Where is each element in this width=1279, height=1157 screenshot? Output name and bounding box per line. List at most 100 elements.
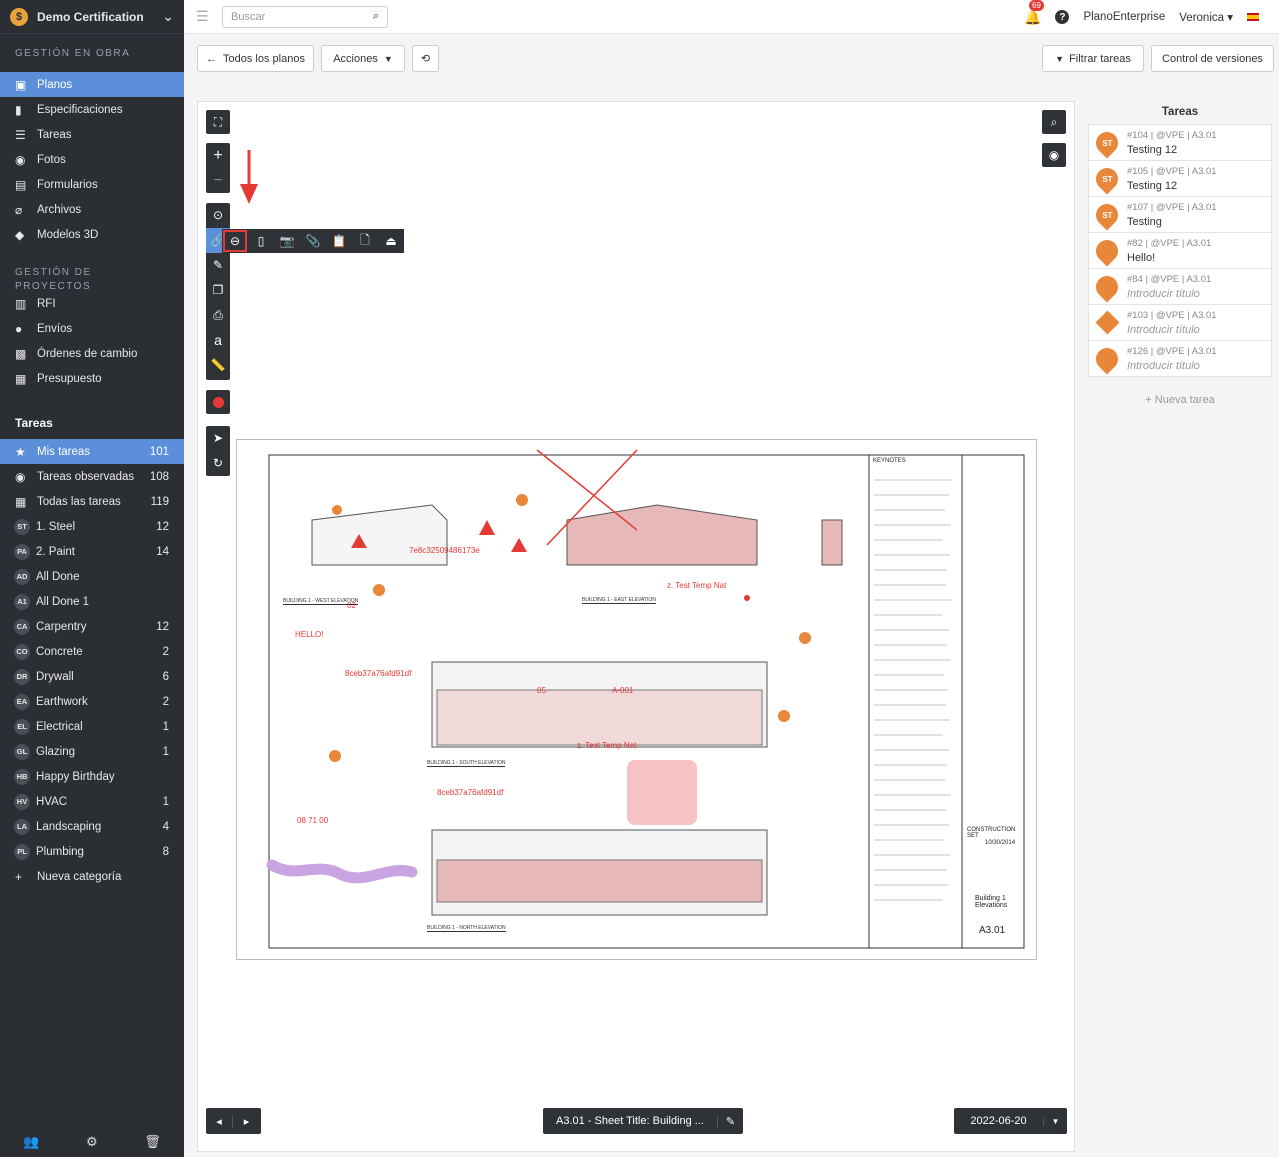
task-card[interactable]: #103 | @VPE | A3.01 Introducir título bbox=[1088, 304, 1272, 341]
link-stamp-icon[interactable]: ⏏ bbox=[378, 229, 404, 253]
task-card[interactable]: #84 | @VPE | A3.01 Introducir título bbox=[1088, 268, 1272, 305]
link-spec-icon[interactable]: ▯ bbox=[248, 229, 274, 253]
zoom-out-icon[interactable]: − bbox=[213, 168, 222, 193]
category-label: Concrete bbox=[36, 645, 83, 658]
task-card[interactable]: ST #105 | @VPE | A3.01 Testing 12 bbox=[1088, 160, 1272, 197]
search-plan-button[interactable]: ⌕ bbox=[1042, 110, 1066, 134]
plan-viewer[interactable]: ⛶ + − ⊙ 🔗 ✎ ❐ ⎙ a 📏 ⊖ ▯ 📷 📎 📋 🗋 ⏏ ➤ ↻ ⌕ … bbox=[197, 101, 1075, 1152]
category-item[interactable]: PA 2. Paint 14 bbox=[0, 539, 184, 564]
category-item[interactable]: DR Drywall 6 bbox=[0, 664, 184, 689]
version-date-selector[interactable]: 2022-06-20 ▼ bbox=[954, 1108, 1067, 1134]
category-item[interactable]: HB Happy Birthday bbox=[0, 764, 184, 789]
zoom-in-icon[interactable]: + bbox=[213, 143, 222, 168]
plan-sheet[interactable]: 7e8c32509486173e z. Test Temp Nat HELLO! 8c… bbox=[236, 439, 1037, 960]
trash-icon[interactable]: 🗑 bbox=[144, 1134, 161, 1150]
link-form-icon[interactable]: 📋 bbox=[326, 229, 352, 253]
rotate-icon[interactable]: ↻ bbox=[213, 451, 223, 476]
sidebar-item-tareas[interactable]: ☰ Tareas bbox=[0, 122, 184, 147]
category-item[interactable]: CA Carpentry 12 bbox=[0, 614, 184, 639]
actions-dropdown[interactable]: Acciones ▼ bbox=[321, 45, 405, 72]
category-item[interactable]: AD All Done bbox=[0, 564, 184, 589]
markup-label[interactable]: HELLO! bbox=[295, 630, 323, 639]
task-card[interactable]: ST #104 | @VPE | A3.01 Testing 12 bbox=[1088, 124, 1272, 161]
section-proyectos: GESTIÓN DE PROYECTOS bbox=[15, 267, 92, 292]
previous-page-icon[interactable]: ◂ bbox=[206, 1114, 233, 1128]
version-control-button[interactable]: Control de versiones bbox=[1151, 45, 1274, 72]
task-card[interactable]: #82 | @VPE | A3.01 Hello! bbox=[1088, 232, 1272, 269]
markup-label[interactable]: 8ceb37a76afd91df bbox=[437, 788, 503, 797]
menu-icon[interactable]: ☰ bbox=[196, 8, 210, 25]
sidebar-item-especificaciones[interactable]: ▮ Especificaciones bbox=[0, 97, 184, 122]
category-item[interactable]: LA Landscaping 4 bbox=[0, 814, 184, 839]
link-document-icon[interactable]: 🗋 bbox=[352, 229, 378, 253]
sidebar-item-fotos[interactable]: ◉ Fotos bbox=[0, 147, 184, 172]
category-item[interactable]: PL Plumbing 8 bbox=[0, 839, 184, 864]
item-count: 119 bbox=[150, 495, 169, 508]
category-item[interactable]: EL Electrical 1 bbox=[0, 714, 184, 739]
link-sheet-icon[interactable]: ⊖ bbox=[222, 229, 248, 253]
user-menu[interactable]: Veronica ▾ bbox=[1179, 10, 1233, 24]
task-card[interactable]: #126 | @VPE | A3.01 Introducir título bbox=[1088, 340, 1272, 377]
markup-label[interactable]: 8ceb37a76afd91df bbox=[345, 669, 411, 678]
category-count: 6 bbox=[162, 670, 169, 683]
titleblock-set-date: 10/30/2014 bbox=[985, 840, 1016, 846]
link-file-icon[interactable]: 📎 bbox=[300, 229, 326, 253]
task-card[interactable]: ST #107 | @VPE | A3.01 Testing bbox=[1088, 196, 1272, 233]
caret-down-icon: ▼ bbox=[1043, 1116, 1067, 1126]
sheet-selector[interactable]: A3.01 - Sheet Title: Building ... ✎ bbox=[543, 1108, 743, 1134]
titleblock-sheet-title: Building 1 Elevations bbox=[975, 895, 1008, 909]
next-page-icon[interactable]: ▸ bbox=[233, 1115, 260, 1128]
language-flag-icon[interactable] bbox=[1247, 13, 1259, 21]
text-tool-icon[interactable]: a bbox=[214, 328, 222, 353]
category-item[interactable]: EA Earthwork 2 bbox=[0, 689, 184, 714]
category-item[interactable]: A1 All Done 1 bbox=[0, 589, 184, 614]
sidebar-item-archivos[interactable]: ⌀ Archivos bbox=[0, 197, 184, 222]
visibility-button[interactable]: ◉ bbox=[1042, 143, 1066, 167]
filter-tasks-button[interactable]: ▼ Filtrar tareas bbox=[1042, 45, 1144, 72]
category-item[interactable]: ST 1. Steel 12 bbox=[0, 514, 184, 539]
markup-label[interactable]: 05 bbox=[537, 686, 546, 695]
markup-label[interactable]: 7e8c32509486173e bbox=[409, 546, 480, 555]
sidebar-item-formularios[interactable]: ▤ Formularios bbox=[0, 172, 184, 197]
record-button[interactable] bbox=[206, 390, 230, 414]
category-item[interactable]: GL Glazing 1 bbox=[0, 739, 184, 764]
category-count: 1 bbox=[162, 745, 169, 758]
markup-label[interactable]: A-001 bbox=[612, 686, 633, 695]
org-name[interactable]: PlanoEnterprise bbox=[1083, 11, 1165, 23]
new-task-button[interactable]: + Nueva tarea bbox=[1088, 394, 1272, 406]
category-item[interactable]: HV HVAC 1 bbox=[0, 789, 184, 814]
stamp-icon[interactable]: ⎙ bbox=[213, 303, 223, 328]
all-plans-button[interactable]: ← Todos los planos bbox=[197, 45, 314, 72]
project-name: Demo Certification bbox=[37, 9, 144, 24]
pencil-icon[interactable]: ✎ bbox=[213, 253, 223, 278]
copy-icon[interactable]: ❐ bbox=[213, 278, 224, 303]
gear-icon[interactable]: ⚙ bbox=[86, 1134, 98, 1150]
edit-icon[interactable]: ✎ bbox=[717, 1114, 743, 1128]
history-button[interactable]: ⟲ bbox=[412, 45, 439, 72]
sidebar-item-modelos-3d[interactable]: ◆ Modelos 3D bbox=[0, 222, 184, 247]
markup-label[interactable]: 08 71 00 bbox=[297, 816, 328, 825]
sidebar-item-presupuesto[interactable]: ▦ Presupuesto bbox=[0, 366, 184, 391]
category-item[interactable]: CO Concrete 2 bbox=[0, 639, 184, 664]
sidebar-item-mis-tareas[interactable]: ★ Mis tareas 101 bbox=[0, 439, 184, 464]
project-switcher[interactable]: $ Demo Certification ⌄ bbox=[0, 0, 184, 34]
sidebar-item-todas-las-tareas[interactable]: ▦ Todas las tareas 119 bbox=[0, 489, 184, 514]
sidebar-item-rfi[interactable]: ▥ RFI bbox=[0, 291, 184, 316]
sidebar-item-label: Órdenes de cambio bbox=[37, 347, 138, 360]
markup-label[interactable]: z. Test Temp Nat bbox=[667, 581, 726, 590]
notifications-button[interactable]: 🔔 69 bbox=[1024, 0, 1044, 26]
sidebar-item--rdenes-de-cambio[interactable]: ▩ Órdenes de cambio bbox=[0, 341, 184, 366]
pointer-icon[interactable]: ➤ bbox=[213, 426, 223, 451]
search-input[interactable]: Buscar ⌕ bbox=[222, 5, 388, 28]
new-category-button[interactable]: + Nueva categoría bbox=[0, 864, 184, 889]
sidebar-item-tareas-observadas[interactable]: ◉ Tareas observadas 108 bbox=[0, 464, 184, 489]
ruler-icon[interactable]: 📏 bbox=[211, 353, 226, 378]
help-icon[interactable]: ? bbox=[1055, 10, 1070, 24]
sidebar-item-planos[interactable]: ▣ Planos bbox=[0, 72, 184, 97]
sidebar-item-env-os[interactable]: ● Envíos bbox=[0, 316, 184, 341]
team-icon[interactable]: 👥 bbox=[23, 1134, 39, 1150]
location-pin-icon[interactable]: ⊙ bbox=[213, 203, 223, 228]
link-photo-icon[interactable]: 📷 bbox=[274, 229, 300, 253]
markup-label[interactable]: z. Test Temp Nat bbox=[577, 741, 636, 750]
fullscreen-button[interactable]: ⛶ bbox=[206, 110, 230, 134]
